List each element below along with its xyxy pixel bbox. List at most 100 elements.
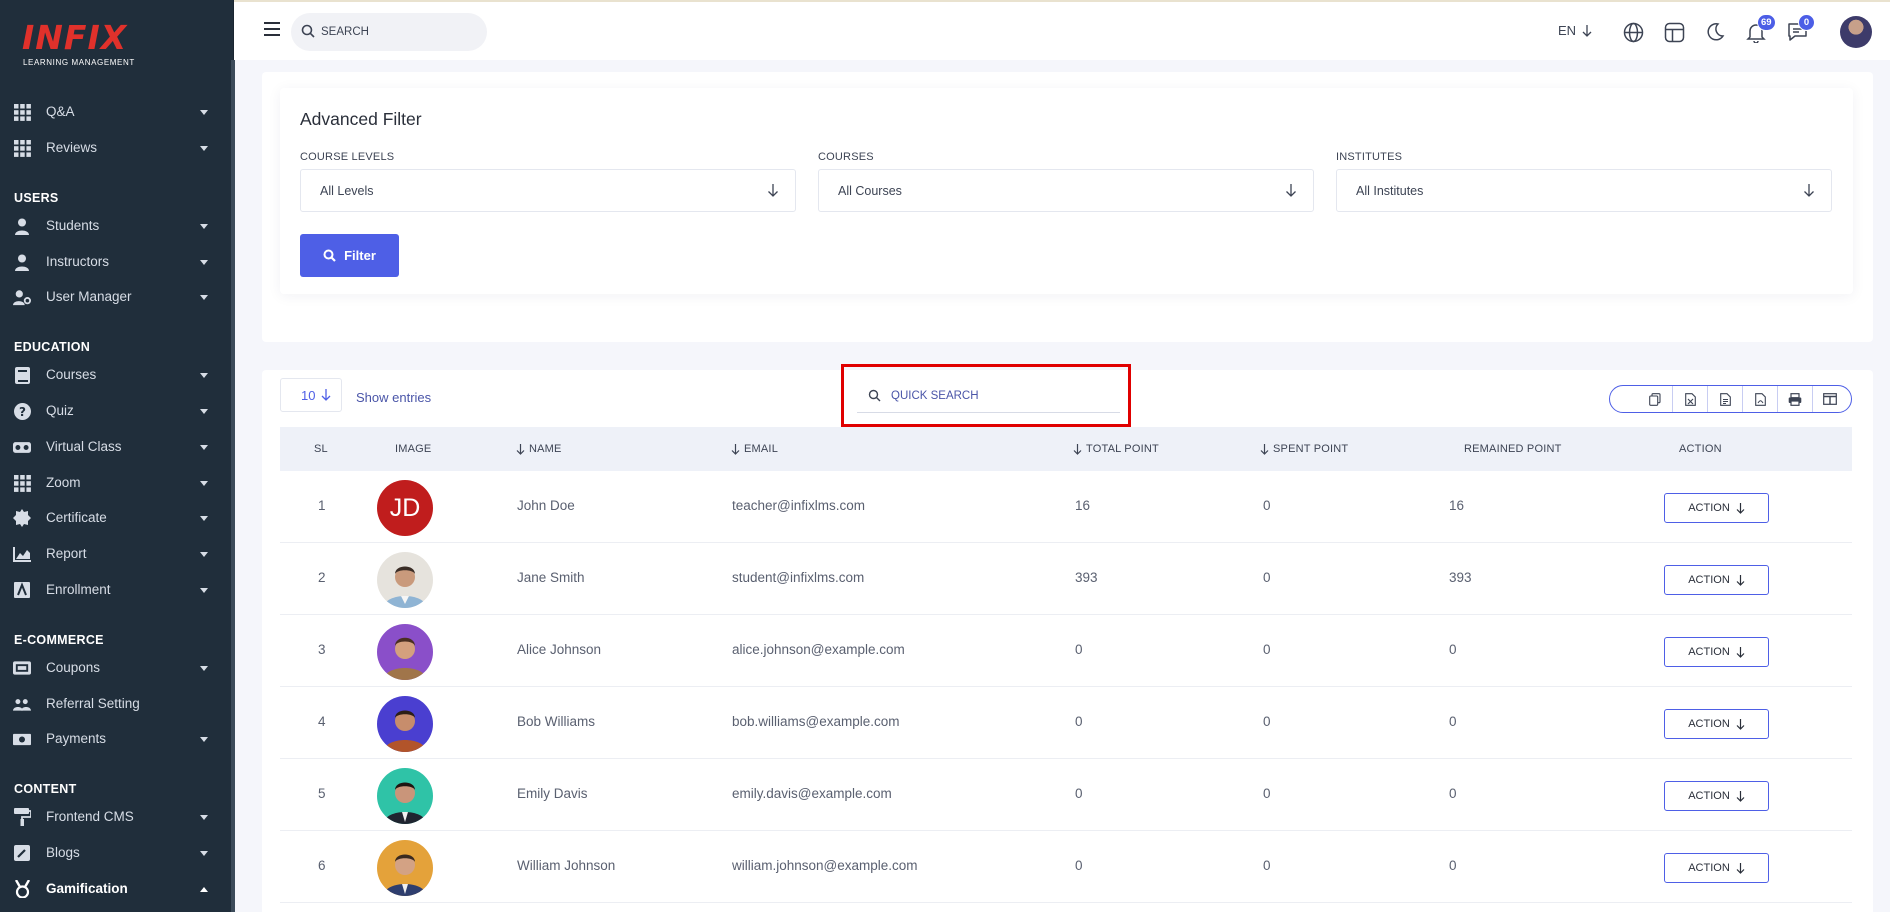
- sidebar-section-education: EDUCATION: [14, 340, 91, 354]
- columns-icon: [1823, 393, 1837, 405]
- filter-button[interactable]: Filter: [300, 234, 399, 277]
- grid-icon: [13, 103, 31, 121]
- sidebar-item-referral-setting[interactable]: Referral Setting: [0, 687, 230, 721]
- action-dropdown-button[interactable]: ACTION: [1664, 781, 1769, 811]
- cell-total-point: 0: [1075, 714, 1083, 729]
- language-selector[interactable]: EN: [1558, 23, 1592, 38]
- logo-text: INFIX: [22, 18, 128, 57]
- course-levels-select[interactable]: All Levels: [300, 169, 796, 212]
- messages-icon[interactable]: 0: [1785, 14, 1815, 44]
- sidebar-item-gamification[interactable]: Gamification: [0, 872, 230, 906]
- sidebar-item-blogs[interactable]: Blogs: [0, 836, 230, 870]
- sidebar-item-instructors[interactable]: Instructors: [0, 245, 230, 279]
- cell-name: Bob Williams: [517, 714, 596, 729]
- action-dropdown-button[interactable]: ACTION: [1664, 493, 1769, 523]
- column-header-spent-point[interactable]: SPENT POINT: [1260, 443, 1348, 455]
- sidebar-item-students[interactable]: Students: [0, 209, 230, 243]
- column-header-remained-point[interactable]: REMAINED POINT: [1464, 443, 1562, 455]
- column-header-image[interactable]: IMAGE: [395, 443, 431, 455]
- column-header-label: SL: [314, 443, 328, 455]
- cell-name: William Johnson: [517, 858, 616, 873]
- avatar-initials: JD: [389, 493, 421, 522]
- chevron-down-icon: [200, 666, 208, 671]
- quick-search-input[interactable]: [891, 390, 1091, 402]
- action-dropdown-button[interactable]: ACTION: [1664, 637, 1769, 667]
- sidebar-item-report[interactable]: Report: [0, 537, 230, 571]
- notifications-icon[interactable]: 69: [1744, 14, 1776, 44]
- messages-badge: 0: [1798, 14, 1815, 31]
- globe-icon[interactable]: [1621, 20, 1645, 44]
- global-search-input[interactable]: [321, 26, 471, 38]
- search-icon: [868, 389, 881, 407]
- pdf-button[interactable]: [1742, 386, 1777, 412]
- column-header-sl[interactable]: SL: [314, 443, 328, 455]
- column-header-email[interactable]: EMAIL: [731, 443, 778, 455]
- chevron-down-icon: [200, 373, 208, 378]
- entries-label: Show entries: [356, 390, 432, 405]
- sidebar-item-enrollment[interactable]: Enrollment: [0, 573, 230, 607]
- chevron-down-icon: [200, 146, 208, 151]
- quick-search[interactable]: [857, 380, 1120, 413]
- sidebar-item-coupons[interactable]: Coupons: [0, 651, 230, 685]
- sidebar-scrollbar[interactable]: [231, 60, 235, 912]
- action-dropdown-button[interactable]: ACTION: [1664, 565, 1769, 595]
- action-dropdown-button[interactable]: ACTION: [1664, 853, 1769, 883]
- institutes-select[interactable]: All Institutes: [1336, 169, 1832, 212]
- csv-button[interactable]: [1707, 386, 1742, 412]
- sidebar-item-virtual-class[interactable]: Virtual Class: [0, 430, 230, 464]
- global-search[interactable]: [291, 13, 487, 51]
- pdf-icon: [1754, 392, 1766, 406]
- logo[interactable]: INFIX LEARNING MANAGEMENT: [22, 18, 142, 72]
- chevron-down-icon: [200, 481, 208, 486]
- grid-icon: [13, 139, 31, 157]
- notifications-badge: 69: [1757, 14, 1776, 31]
- table-row: 1 JD John Doe teacher@infixlms.com 16 0 …: [280, 471, 1852, 543]
- page-size-select[interactable]: 10: [280, 378, 342, 412]
- ticket-icon: [13, 659, 31, 677]
- logo-subtitle: LEARNING MANAGEMENT: [23, 58, 135, 67]
- copy-icon: [1648, 392, 1661, 406]
- action-label: ACTION: [1688, 790, 1730, 802]
- badge-icon: [13, 509, 31, 527]
- sidebar-item-user-manager[interactable]: User Manager: [0, 280, 230, 314]
- sidebar-item-frontend-cms[interactable]: Frontend CMS: [0, 800, 230, 834]
- sidebar-item-label: Reviews: [46, 140, 98, 155]
- arrow-down-icon: [768, 184, 778, 197]
- search-icon: [301, 24, 315, 43]
- sidebar-item-label: User Manager: [46, 289, 132, 304]
- column-header-name[interactable]: NAME: [516, 443, 562, 455]
- language-label: EN: [1558, 23, 1577, 38]
- sidebar-item-courses[interactable]: Courses: [0, 358, 230, 392]
- arrow-down-icon: [1582, 24, 1592, 37]
- sidebar-item-certificate[interactable]: Certificate: [0, 501, 230, 535]
- arrow-down-icon: [1736, 718, 1745, 730]
- sidebar-item-reviews[interactable]: Reviews: [0, 131, 230, 165]
- table-row: 2 Jane Smith student@infixlms.com 393 0 …: [280, 543, 1852, 615]
- table-header: SL IMAGE NAME EMAIL TOTAL POINT SPENT PO…: [280, 427, 1852, 471]
- chevron-down-icon: [200, 737, 208, 742]
- layout-icon[interactable]: [1662, 20, 1686, 44]
- print-button[interactable]: [1777, 386, 1812, 412]
- user-avatar[interactable]: [1840, 16, 1872, 48]
- sidebar-item-label: Referral Setting: [46, 696, 140, 711]
- menu-toggle-icon[interactable]: [264, 22, 280, 36]
- arrow-down-icon: [1736, 502, 1745, 514]
- sidebar-item-qa[interactable]: Q&A: [0, 95, 230, 129]
- copy-button[interactable]: [1637, 386, 1672, 412]
- courses-select[interactable]: All Courses: [818, 169, 1314, 212]
- dark-mode-icon[interactable]: [1703, 20, 1727, 44]
- columns-button[interactable]: [1812, 386, 1847, 412]
- question-icon: ?: [13, 402, 31, 420]
- column-header-label: TOTAL POINT: [1086, 443, 1159, 455]
- sidebar-item-payments[interactable]: Payments: [0, 722, 230, 756]
- sidebar-section-ecommerce: E-COMMERCE: [14, 633, 104, 647]
- sort-arrow-icon: [731, 443, 740, 455]
- sidebar-item-quiz[interactable]: ? Quiz: [0, 394, 230, 428]
- chevron-down-icon: [200, 815, 208, 820]
- chevron-down-icon: [200, 260, 208, 265]
- sidebar-item-label: Students: [46, 218, 100, 233]
- column-header-total-point[interactable]: TOTAL POINT: [1073, 443, 1159, 455]
- excel-button[interactable]: [1672, 386, 1707, 412]
- sidebar-item-zoom[interactable]: Zoom: [0, 466, 230, 500]
- action-dropdown-button[interactable]: ACTION: [1664, 709, 1769, 739]
